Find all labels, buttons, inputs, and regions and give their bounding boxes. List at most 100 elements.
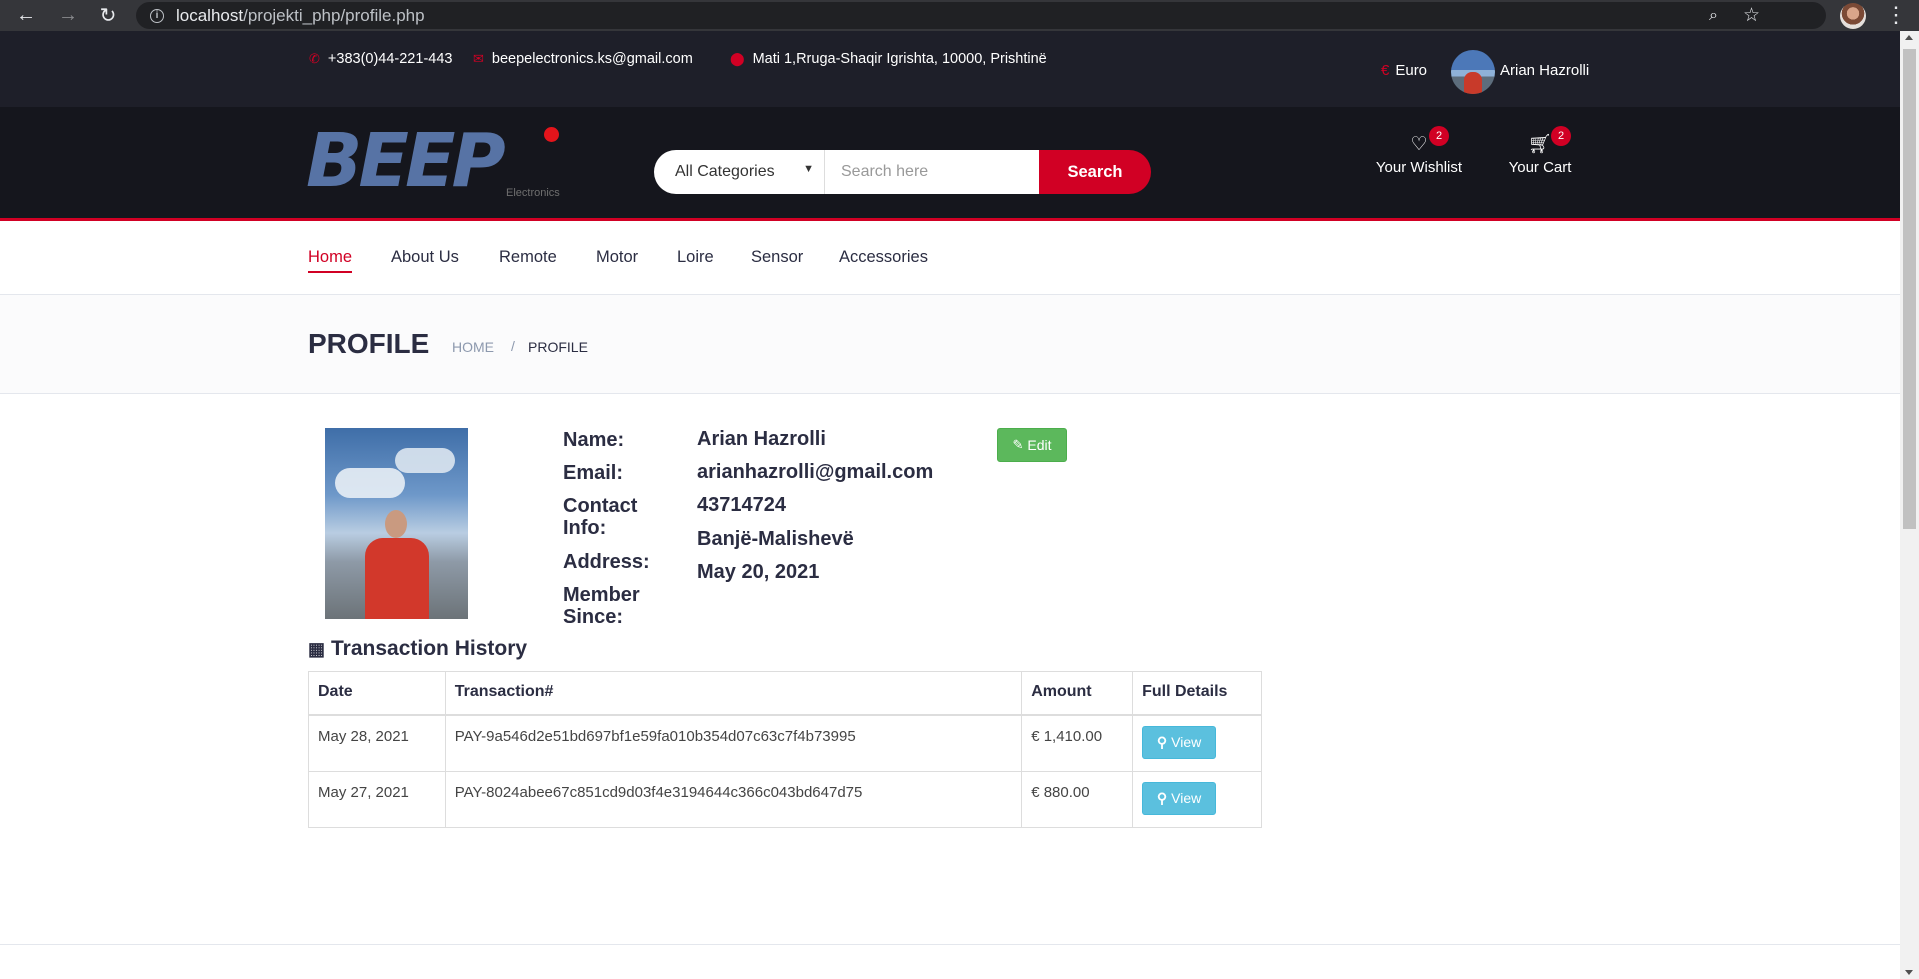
table-row: May 27, 2021 PAY-8024abee67c851cd9d03f4e… — [308, 770, 1262, 828]
pencil-icon: ✎ — [1012, 437, 1024, 452]
breadcrumb-separator: / — [511, 338, 515, 354]
cart-label: Your Cart — [1508, 159, 1572, 176]
map-marker-icon: ⬤ — [730, 51, 745, 66]
header-phone: +383(0)44-221-443 — [327, 51, 453, 67]
transaction-history-heading: ▦ Transaction History — [308, 637, 527, 661]
euro-icon: € — [1381, 62, 1390, 79]
view-transaction-button[interactable]: ⚲ View — [1142, 781, 1217, 815]
breadcrumb: PROFILE HOME / PROFILE — [0, 295, 1900, 394]
header-email-link[interactable]: ✉ beepelectronics.ks@gmail.com — [473, 51, 693, 67]
browser-profile-avatar[interactable] — [1840, 3, 1866, 29]
transaction-history-title: Transaction History — [331, 637, 528, 660]
name-label: Name: — [563, 429, 625, 451]
cart-link[interactable]: 🛒︎ 2 Your Cart — [1505, 126, 1575, 176]
site-info-icon[interactable]: i — [150, 8, 164, 23]
url-path: /projekti_php/profile.php — [243, 5, 425, 25]
table-row: May 28, 2021 PAY-9a546d2e51bd697bf1e59fa… — [308, 714, 1262, 772]
nav-home[interactable]: Home — [308, 248, 353, 273]
header-phone-link[interactable]: ✆ +383(0)44-221-443 — [309, 51, 452, 67]
url-text: localhost/projekti_php/profile.php — [176, 6, 425, 26]
contact-label: Contact Info: — [563, 495, 638, 539]
nav-loire[interactable]: Loire — [677, 248, 714, 271]
transaction-id: PAY-8024abee67c851cd9d03f4e3194644c366c0… — [444, 770, 1023, 828]
category-select[interactable]: All Categories ▼ — [654, 150, 825, 194]
member-since-label: Member Since: — [563, 584, 640, 628]
search-form: All Categories ▼ Search here Search — [654, 150, 1151, 194]
header-address: Mati 1,Rruga-Shaqir Igrishta, 10000, Pri… — [752, 51, 1047, 67]
scroll-down-arrow-icon[interactable] — [1905, 970, 1913, 975]
main-navigation: Home About Us Remote Motor Loire Sensor … — [0, 224, 1900, 295]
cart-icon: 🛒︎ — [1527, 134, 1553, 155]
table-header-row: Date Transaction# Amount Full Details — [308, 671, 1262, 716]
heart-icon: ♡ — [1410, 134, 1428, 155]
column-header-date: Date — [308, 671, 446, 716]
search-input[interactable]: Search here — [825, 150, 1039, 194]
transaction-table: Date Transaction# Amount Full Details Ma… — [308, 671, 1262, 828]
profile-contact: 43714724 — [697, 494, 786, 516]
edit-profile-button[interactable]: ✎ Edit — [997, 428, 1067, 462]
url-host: localhost — [176, 5, 244, 25]
column-header-amount: Amount — [1021, 671, 1134, 716]
transaction-amount: € 880.00 — [1021, 770, 1134, 828]
column-header-transaction: Transaction# — [444, 671, 1023, 716]
back-arrow-icon[interactable]: ← — [6, 0, 46, 31]
view-transaction-button[interactable]: ⚲ View — [1142, 725, 1217, 759]
browser-menu-icon[interactable]: ⋮ — [1885, 3, 1907, 27]
nav-sensor[interactable]: Sensor — [751, 248, 803, 271]
breadcrumb-home[interactable]: HOME — [452, 339, 494, 355]
transaction-date: May 28, 2021 — [308, 714, 446, 772]
page-title: PROFILE — [308, 328, 430, 359]
site-logo[interactable]: BEEP Electronics — [306, 123, 568, 199]
nav-motor[interactable]: Motor — [596, 248, 638, 271]
profile-name: Arian Hazrolli — [697, 428, 826, 450]
view-button-label: View — [1171, 734, 1202, 750]
logo-wordmark: BEEP — [306, 118, 506, 204]
header-email: beepelectronics.ks@gmail.com — [491, 51, 693, 67]
wishlist-count-badge: 2 — [1429, 126, 1449, 146]
bookmark-star-icon[interactable]: ☆ — [1743, 4, 1760, 27]
chevron-down-icon: ▼ — [803, 163, 814, 175]
address-label: Address: — [563, 551, 650, 573]
calendar-icon: ▦ — [308, 638, 326, 659]
currency-selector[interactable]: € Euro — [1381, 62, 1427, 79]
wishlist-label: Your Wishlist — [1375, 159, 1463, 176]
reload-icon[interactable]: ↻ — [88, 0, 128, 31]
transaction-amount: € 1,410.00 — [1021, 714, 1134, 772]
category-select-value: All Categories — [675, 163, 775, 180]
transaction-details-cell: ⚲ View — [1132, 770, 1262, 828]
user-avatar[interactable] — [1451, 50, 1495, 94]
edit-button-label: Edit — [1027, 437, 1052, 453]
scrollbar-thumb[interactable] — [1903, 49, 1916, 529]
search-icon: ⚲ — [1156, 733, 1168, 750]
page-scrollbar[interactable] — [1900, 31, 1919, 979]
transaction-id: PAY-9a546d2e51bd697bf1e59fa010b354d07c63… — [444, 714, 1023, 772]
profile-address: Banjë-Malishevë — [697, 528, 854, 550]
header-address-link[interactable]: ⬤ Mati 1,Rruga-Shaqir Igrishta, 10000, P… — [730, 51, 1047, 67]
top-header: ✆ +383(0)44-221-443 ✉ beepelectronics.ks… — [0, 31, 1900, 107]
currency-label: Euro — [1395, 62, 1428, 79]
view-button-label: View — [1171, 790, 1202, 806]
cart-count-badge: 2 — [1551, 126, 1571, 146]
address-bar[interactable]: i localhost/projekti_php/profile.php ⌕ ☆ — [136, 2, 1826, 29]
breadcrumb-current: PROFILE — [528, 339, 588, 355]
browser-toolbar: ← → ↻ i localhost/projekti_php/profile.p… — [0, 0, 1919, 31]
zoom-icon[interactable]: ⌕ — [1709, 7, 1718, 25]
transaction-date: May 27, 2021 — [308, 770, 446, 828]
main-header: BEEP Electronics All Categories ▼ Search… — [0, 107, 1900, 221]
nav-about-us[interactable]: About Us — [391, 248, 459, 271]
account-user-name[interactable]: Arian Hazrolli — [1500, 62, 1589, 79]
search-placeholder: Search here — [841, 163, 929, 180]
footer-divider — [0, 944, 1900, 945]
profile-email: arianhazrolli@gmail.com — [697, 461, 934, 483]
nav-remote[interactable]: Remote — [499, 248, 557, 271]
wishlist-link[interactable]: ♡ 2 Your Wishlist — [1372, 126, 1466, 176]
forward-arrow-icon[interactable]: → — [48, 0, 88, 31]
transaction-details-cell: ⚲ View — [1132, 714, 1262, 772]
phone-icon: ✆ — [309, 51, 320, 66]
envelope-icon: ✉ — [473, 51, 484, 66]
nav-accessories[interactable]: Accessories — [839, 248, 928, 271]
logo-subtitle: Electronics — [506, 187, 560, 199]
profile-member-since: May 20, 2021 — [697, 561, 820, 583]
search-button[interactable]: Search — [1039, 150, 1151, 194]
scroll-up-arrow-icon[interactable] — [1905, 35, 1913, 40]
